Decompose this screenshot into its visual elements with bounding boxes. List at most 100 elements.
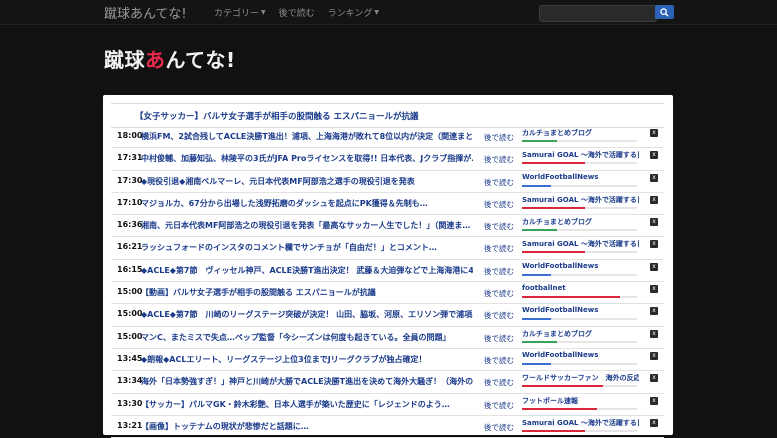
hide-article-button[interactable]: x — [650, 285, 658, 294]
read-later-link[interactable]: 後で読む — [484, 310, 514, 321]
hide-article-button[interactable]: x — [650, 173, 658, 182]
read-later-link[interactable]: 後で読む — [484, 288, 514, 299]
article-row: 13:21 【画像】トッテナムの現状が悲惨だと話題に… 後で読む Samurai GO… — [111, 416, 664, 438]
article-row: 17:10 マジョルカ、67分から出場した浅野拓磨のダッシュを起点にPK獲得＆先制… — [111, 193, 664, 216]
source-link[interactable]: フットボール速報 — [522, 396, 639, 406]
source-link[interactable]: WorldFootballNews — [522, 173, 639, 181]
hide-article-button[interactable]: x — [650, 396, 658, 405]
source-link[interactable]: Samurai GOAL ～海外で活躍する日本人 — [522, 239, 639, 249]
logo-text-rest: んてな! — [165, 48, 236, 72]
source-popularity-bar — [522, 229, 637, 232]
article-time: 17:10 — [117, 197, 143, 207]
read-later-link[interactable]: 後で読む — [484, 333, 514, 344]
source-popularity-fill — [522, 385, 603, 388]
article-time: 13:45 — [117, 353, 143, 363]
search-input[interactable] — [539, 5, 657, 22]
nav-item[interactable]: カテゴリー ▼ — [214, 6, 266, 19]
featured-headline-title[interactable]: 【女子サッカー】バルサ女子選手が相手の股間触る エスパニョールが抗議 — [135, 110, 418, 122]
source-popularity-bar — [522, 296, 637, 299]
source-link[interactable]: footballnet — [522, 284, 639, 292]
read-later-link[interactable]: 後で読む — [484, 132, 514, 143]
article-row: 15:00 マンC、またミスで失点…ペップ監督「今シーズンは何度も起きている。全員… — [111, 327, 664, 349]
source-popularity-bar — [522, 429, 637, 432]
source-popularity-fill — [522, 140, 557, 142]
source-popularity-fill — [522, 273, 551, 276]
read-later-link[interactable]: 後で読む — [484, 177, 514, 188]
source-link[interactable]: WorldFootballNews — [522, 351, 639, 359]
site-logo[interactable]: 蹴球あんてな! — [104, 44, 236, 73]
top-navbar: 蹴球あんてな! カテゴリー ▼ 後で読む ランキング ▼ — [0, 0, 777, 25]
article-title-link[interactable]: マンC、またミスで失点…ペップ監督「今シーズンは何度も起きている。全員の問題」 — [141, 332, 473, 343]
source-link[interactable]: カルチョまとめブログ — [522, 128, 639, 138]
caret-down-icon: ▼ — [374, 9, 380, 16]
source-popularity-fill — [522, 184, 551, 187]
article-time: 16:21 — [117, 242, 143, 252]
source-link[interactable]: Samurai GOAL ～海外で活躍する日本人 — [522, 150, 639, 160]
article-row: 16:15 ◆ACLE◆第7節 ヴィッセル神戸、ACLE決勝T進出決定！ 武藤＆大… — [111, 260, 664, 283]
read-later-link[interactable]: 後で読む — [484, 422, 514, 433]
article-row: 13:34 海外「日本勢強すぎ！」神戸と川崎が大勝でACLE決勝T進出を決めて海外… — [111, 371, 664, 394]
source-link[interactable]: Samurai GOAL ～海外で活躍する日本人 — [522, 195, 639, 205]
article-row: 13:45 ◆朗報◆ACLエリート、リーグステージ上位3位までJリーグクラブが独占… — [111, 349, 664, 372]
read-later-link[interactable]: 後で読む — [484, 199, 514, 210]
article-title-link[interactable]: ◆ACLE◆第7節 川崎のリーグステージ突破が決定！ 山田、脇坂、河原、エリソン… — [141, 309, 473, 320]
nav-menu: カテゴリー ▼ 後で読む ランキング ▼ — [214, 6, 379, 19]
hide-article-button[interactable]: x — [650, 329, 658, 338]
article-row: 16:21 ラッシュフォードのインスタのコメント欄でサンチョが「自由だ！」とコメン… — [111, 237, 664, 260]
hide-article-button[interactable]: x — [650, 218, 658, 227]
read-later-link[interactable]: 後で読む — [484, 355, 514, 366]
article-title-link[interactable]: ◆現役引退◆湘南ベルマーレ、元日本代表MF阿部浩之選手の現役引退を発表 — [141, 176, 473, 187]
read-later-link[interactable]: 後で読む — [484, 154, 514, 165]
nav-item-label: 後で読む — [278, 9, 315, 19]
search-button[interactable] — [655, 5, 674, 19]
source-link[interactable]: WorldFootballNews — [522, 262, 639, 270]
article-title-link[interactable]: 【サッカー】パルマGK・鈴木彩艶、日本人選手が築いた歴史に「レジェンドのよう… — [141, 399, 473, 410]
read-later-link[interactable]: 後で読む — [484, 400, 514, 411]
hide-article-button[interactable]: x — [650, 195, 658, 204]
source-popularity-fill — [522, 162, 586, 165]
navbar-brand[interactable]: 蹴球あんてな! — [104, 3, 187, 22]
article-row: 17:30 ◆現役引退◆湘南ベルマーレ、元日本代表MF阿部浩之選手の現役引退を発表… — [111, 171, 664, 193]
article-title-link[interactable]: ◆ACLE◆第7節 ヴィッセル神戸、ACLE決勝T進出決定！ 武藤＆大迫弾などで… — [141, 265, 473, 276]
source-link[interactable]: カルチョまとめブログ — [522, 217, 639, 227]
hide-article-button[interactable]: x — [650, 307, 658, 316]
read-later-link[interactable]: 後で読む — [484, 221, 514, 232]
source-popularity-bar — [522, 273, 637, 276]
hide-article-button[interactable]: x — [650, 240, 658, 249]
nav-item[interactable]: 後で読む — [279, 6, 315, 19]
article-title-link[interactable]: 【動画】バルサ女子選手が相手の股間触る エスパニョールが抗議 — [141, 287, 473, 298]
article-title-link[interactable]: ラッシュフォードのインスタのコメント欄でサンチョが「自由だ！」とコメント… — [141, 242, 473, 253]
source-popularity-fill — [522, 429, 586, 432]
hide-article-button[interactable]: x — [650, 151, 658, 160]
source-link[interactable]: WorldFootballNews — [522, 306, 639, 314]
featured-headline[interactable]: 【女子サッカー】バルサ女子選手が相手の股間触る エスパニョールが抗議 — [111, 103, 664, 128]
read-later-link[interactable]: 後で読む — [484, 243, 514, 254]
caret-down-icon: ▼ — [261, 9, 266, 16]
source-popularity-bar — [522, 362, 637, 365]
article-row: 15:00 【動画】バルサ女子選手が相手の股間触る エスパニョールが抗議 後で読む f… — [111, 282, 664, 305]
read-later-link[interactable]: 後で読む — [484, 377, 514, 388]
article-row: 15:00 ◆ACLE◆第7節 川崎のリーグステージ突破が決定！ 山田、脇坂、河原… — [111, 304, 664, 327]
article-title-link[interactable]: マジョルカ、67分から出場した浅野拓磨のダッシュを起点にPK獲得＆先制も… — [141, 198, 473, 209]
article-title-link[interactable]: 海外「日本勢強すぎ！」神戸と川崎が大勝でACLE決勝T進出を決めて海外大騒ぎ！（… — [141, 376, 473, 387]
article-row: 18:00 横浜FM、2試合残してACLE決勝T進出！浦項、上海海港が敗れて8位以… — [111, 126, 664, 149]
hide-article-button[interactable]: x — [650, 374, 658, 383]
article-time: 13:34 — [117, 376, 143, 386]
source-link[interactable]: ワールドサッカーファン 海外の反応 — [522, 373, 639, 383]
hide-article-button[interactable]: x — [650, 262, 658, 271]
read-later-link[interactable]: 後で読む — [484, 266, 514, 277]
article-row: 13:30 【サッカー】パルマGK・鈴木彩艶、日本人選手が築いた歴史に「レジェンド… — [111, 394, 664, 416]
article-time: 13:30 — [117, 398, 143, 408]
hide-article-button[interactable]: x — [650, 351, 658, 360]
nav-item-label: ランキング — [327, 9, 373, 19]
search-icon — [660, 7, 669, 17]
source-popularity-fill — [522, 362, 551, 365]
source-link[interactable]: カルチョまとめブログ — [522, 329, 639, 339]
article-title-link[interactable]: 湘南、元日本代表MF阿部浩之の現役引退を発表「最高なサッカー人生でした！」（関連… — [141, 220, 473, 231]
source-popularity-bar — [522, 184, 637, 187]
nav-item[interactable]: ランキング ▼ — [328, 6, 379, 19]
article-title-link[interactable]: 横浜FM、2試合残してACLE決勝T進出！浦項、上海海港が敗れて8位以内が決定（… — [141, 131, 473, 142]
article-title-link[interactable]: 中村俊輔、加藤知弘、林陵平の3氏がJFA Proライセンスを取得!! 日本代表、… — [141, 153, 473, 164]
hide-article-button[interactable]: x — [650, 129, 658, 137]
article-title-link[interactable]: ◆朗報◆ACLエリート、リーグステージ上位3位までJリーグクラブが独占確定！ — [141, 354, 473, 365]
